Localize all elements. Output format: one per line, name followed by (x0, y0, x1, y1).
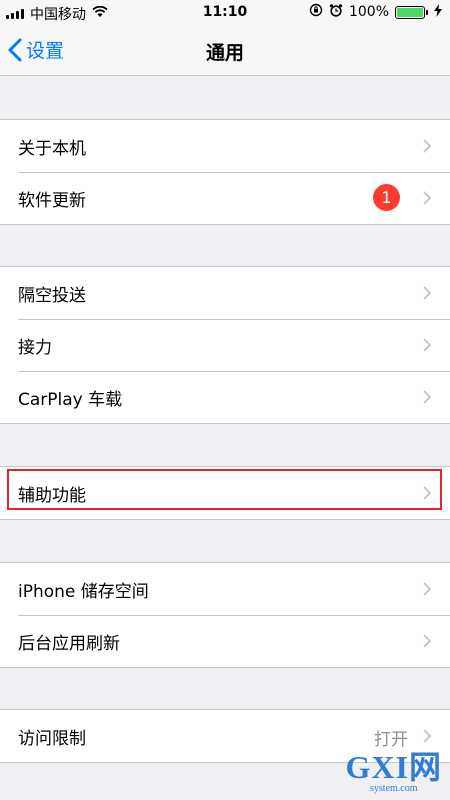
status-bar: 中国移动 11:10 100% (0, 0, 450, 26)
row-label: 关于本机 (18, 138, 86, 159)
chevron-right-icon (423, 139, 432, 153)
charging-icon (434, 3, 442, 21)
row-label: CarPlay 车载 (18, 389, 123, 410)
row-about[interactable]: 关于本机 (0, 120, 450, 172)
alarm-icon (329, 3, 343, 21)
orientation-lock-icon (309, 3, 323, 21)
page-title: 通用 (205, 42, 244, 64)
status-right: 100% (309, 3, 442, 21)
row-handoff[interactable]: 接力 (0, 319, 450, 371)
row-label: 访问限制 (18, 728, 86, 749)
chevron-right-icon (423, 286, 432, 300)
chevron-right-icon (423, 729, 432, 743)
row-iphone-storage[interactable]: iPhone 储存空间 (0, 563, 450, 615)
row-accessibility[interactable]: 辅助功能 (0, 467, 450, 519)
restrictions-status: 打开 (374, 730, 408, 750)
watermark-logo: GXI网 system.com (346, 751, 442, 794)
update-badge: 1 (373, 184, 400, 211)
chevron-right-icon (423, 634, 432, 648)
row-software-update[interactable]: 软件更新 1 (0, 172, 450, 224)
settings-group-storage: iPhone 储存空间 后台应用刷新 (0, 562, 450, 668)
row-label: iPhone 储存空间 (18, 581, 149, 602)
chevron-right-icon (423, 338, 432, 352)
settings-group-about: 关于本机 软件更新 1 (0, 119, 450, 225)
row-label: 接力 (18, 337, 52, 358)
chevron-right-icon (423, 390, 432, 404)
row-label: 软件更新 (18, 190, 86, 211)
row-background-refresh[interactable]: 后台应用刷新 (0, 615, 450, 667)
row-label: 辅助功能 (18, 485, 86, 506)
chevron-right-icon (423, 191, 432, 205)
battery-percent: 100% (348, 4, 389, 20)
row-label: 后台应用刷新 (18, 633, 120, 654)
chevron-right-icon (423, 486, 432, 500)
battery-icon (395, 5, 428, 19)
row-airdrop[interactable]: 隔空投送 (0, 267, 450, 319)
navigation-bar: 设置 通用 (0, 26, 450, 76)
row-carplay[interactable]: CarPlay 车载 (0, 371, 450, 423)
row-label: 隔空投送 (18, 285, 86, 306)
chevron-right-icon (423, 582, 432, 596)
settings-group-accessibility: 辅助功能 (0, 466, 450, 520)
watermark-main: GXI网 (345, 749, 442, 785)
settings-group-connectivity: 隔空投送 接力 CarPlay 车载 (0, 266, 450, 424)
